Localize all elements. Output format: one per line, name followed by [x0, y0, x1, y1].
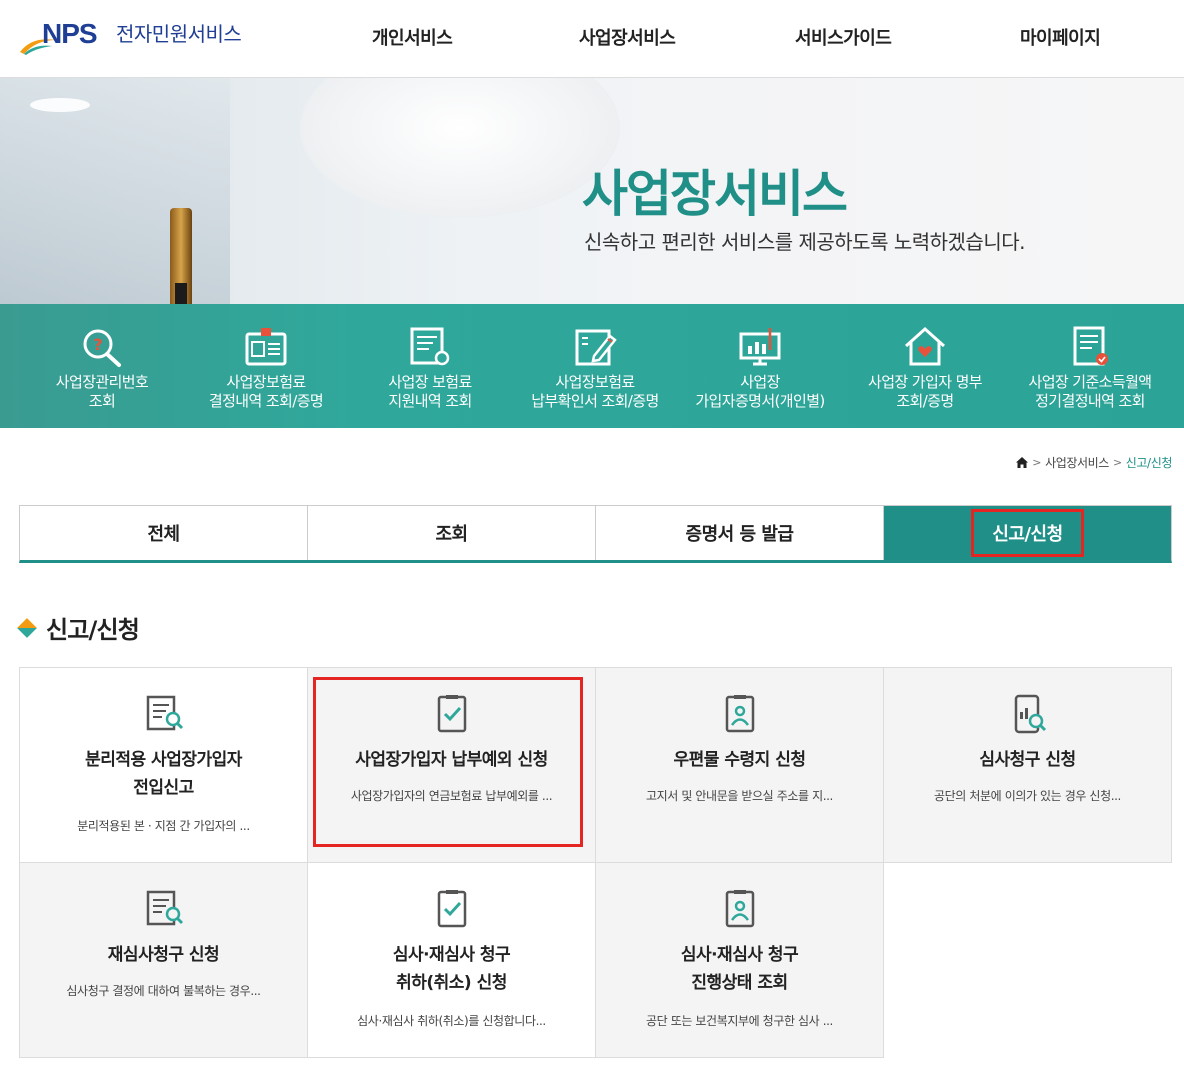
- header: NPS 전자민원서비스 개인서비스 사업장서비스 서비스가이드 마이페이지: [0, 0, 1184, 78]
- diamond-bullet-icon: [17, 617, 37, 638]
- hero-background-image: [0, 78, 230, 304]
- quick-menu-item-business-number[interactable]: ? 사업장관리번호 조회: [22, 304, 182, 428]
- quick-menu-label: 사업장 가입자증명서(개인별): [695, 373, 825, 410]
- breadcrumb: > 사업장서비스 > 신고/신청: [1016, 454, 1172, 471]
- card-title: 사업장가입자 납부예외 신청: [355, 750, 548, 770]
- nav-business-service[interactable]: 사업장서비스: [579, 24, 676, 50]
- service-card-re-review-request[interactable]: 재심사청구 신청 심사청구 결정에 대하여 불복하는 경우...: [19, 862, 308, 1058]
- section-title: 신고/신청: [46, 616, 140, 644]
- card-description: 분리적용된 본 · 지점 간 가입자의 ...: [77, 819, 250, 833]
- section-heading: 신고/신청: [17, 610, 140, 645]
- hero-ceiling-light: [30, 98, 90, 112]
- card-description: 사업장가입자의 연금보험료 납부예외를 ...: [350, 789, 553, 803]
- document-pen-icon: [575, 329, 617, 366]
- service-card-payment-exception[interactable]: 사업장가입자 납부예외 신청 사업장가입자의 연금보험료 납부예외를 ...: [307, 667, 596, 863]
- card-title: 심사·재심사 청구 취하(취소) 신청: [392, 945, 511, 993]
- card-description: 심사청구 결정에 대하여 불복하는 경우...: [66, 984, 261, 998]
- quick-menu-label: 사업장보험료 납부확인서 조회/증명: [531, 373, 659, 410]
- hero-banner: 사업장서비스 신속하고 편리한 서비스를 제공하도록 노력하겠습니다.: [0, 78, 1184, 304]
- card-title: 재심사청구 신청: [107, 945, 220, 965]
- id-card-icon: [245, 328, 287, 366]
- quick-menu-label: 사업장보험료 결정내역 조회/증명: [208, 373, 324, 410]
- document-search-icon: [410, 327, 450, 366]
- home-icon[interactable]: [1016, 457, 1029, 468]
- document-search-icon: [146, 890, 183, 926]
- quick-menu-item-income-decision[interactable]: 사업장 기준소득월액 정기결정내역 조회: [1010, 304, 1170, 428]
- tab-certificate[interactable]: 증명서 등 발급: [596, 506, 884, 560]
- service-card-review-withdrawal[interactable]: 심사·재심사 청구 취하(취소) 신청 심사·재심사 취하(취소)를 신청합니다…: [307, 862, 596, 1058]
- card-description: 고지서 및 안내문을 받으실 주소를 지...: [646, 789, 833, 803]
- card-description: 공단 또는 보건복지부에 청구한 심사 ...: [646, 1014, 833, 1028]
- hero-subtitle: 신속하고 편리한 서비스를 제공하도록 노력하겠습니다.: [584, 230, 1026, 254]
- card-description: 공단의 처분에 이의가 있는 경우 신청...: [934, 789, 1121, 803]
- quick-menu-item-member-roster[interactable]: 사업장 가입자 명부 조회/증명: [845, 304, 1005, 428]
- monitor-chart-icon: [739, 328, 781, 366]
- card-title: 심사청구 신청: [979, 750, 1076, 770]
- search-question-icon: ?: [83, 329, 121, 367]
- tab-all[interactable]: 전체: [20, 506, 308, 560]
- service-card-mailing-address[interactable]: 우편물 수령지 신청 고지서 및 안내문을 받으실 주소를 지...: [595, 667, 884, 863]
- quick-menu-item-premium-support[interactable]: 사업장 보험료 지원내역 조회: [350, 304, 510, 428]
- clipboard-check-icon: [437, 695, 466, 733]
- nav-service-guide[interactable]: 서비스가이드: [795, 24, 892, 50]
- service-card-review-request[interactable]: 심사청구 신청 공단의 처분에 이의가 있는 경우 신청...: [883, 667, 1172, 863]
- nav-mypage[interactable]: 마이페이지: [1020, 24, 1101, 50]
- svg-text:?: ?: [93, 335, 102, 354]
- quick-menu-label: 사업장 가입자 명부 조회/증명: [868, 373, 983, 410]
- quick-menu-item-payment-confirmation[interactable]: 사업장보험료 납부확인서 조회/증명: [515, 304, 675, 428]
- card-title: 우편물 수령지 신청: [673, 750, 806, 770]
- nav-personal-service[interactable]: 개인서비스: [372, 24, 453, 50]
- person-badge-icon: [725, 890, 754, 928]
- quick-menu-item-premium-decision[interactable]: 사업장보험료 결정내역 조회/증명: [186, 304, 346, 428]
- hero-pen-nib: [175, 283, 187, 304]
- quick-menu-label: 사업장관리번호 조회: [55, 373, 149, 410]
- category-tabs: 전체 조회 증명서 등 발급 신고/신청: [19, 505, 1172, 563]
- quick-menu-label: 사업장 보험료 지원내역 조회: [388, 373, 472, 410]
- global-nav: 개인서비스 사업장서비스 서비스가이드 마이페이지: [0, 24, 1184, 54]
- quick-menu-item-member-certificate[interactable]: 사업장 가입자증명서(개인별): [680, 304, 840, 428]
- breadcrumb-separator-icon: >: [1032, 456, 1042, 469]
- breadcrumb-level1[interactable]: 사업장서비스: [1045, 454, 1109, 471]
- quick-menu-label: 사업장 기준소득월액 정기결정내역 조회: [1028, 373, 1153, 410]
- card-description: 심사·재심사 취하(취소)를 신청합니다...: [357, 1014, 546, 1028]
- tab-inquiry[interactable]: 조회: [308, 506, 596, 560]
- tab-report-application[interactable]: 신고/신청: [884, 506, 1171, 560]
- hero-title: 사업장서비스: [582, 165, 848, 223]
- card-title: 심사·재심사 청구 진행상태 조회: [680, 945, 799, 993]
- hero-mouse-image: [300, 78, 620, 218]
- document-check-icon: [1073, 326, 1108, 366]
- person-badge-icon: [725, 695, 754, 733]
- service-card-branch-transfer[interactable]: 분리적용 사업장가입자 전입신고 분리적용된 본 · 지점 간 가입자의 ...: [19, 667, 308, 863]
- breadcrumb-separator-icon: >: [1112, 456, 1122, 469]
- breadcrumb-current: 신고/신청: [1125, 456, 1173, 470]
- service-card-review-status[interactable]: 심사·재심사 청구 진행상태 조회 공단 또는 보건복지부에 청구한 심사 ..…: [595, 862, 884, 1058]
- quick-menu: ? 사업장관리번호 조회 사업장보험료 결정내역 조회/증명 사업장 보험료 지…: [0, 304, 1184, 428]
- clipboard-check-icon: [437, 890, 466, 928]
- house-heart-icon: [904, 326, 946, 366]
- document-search-icon: [146, 695, 183, 731]
- card-title: 분리적용 사업장가입자 전입신고: [85, 750, 242, 798]
- mobile-search-icon: [1014, 694, 1046, 734]
